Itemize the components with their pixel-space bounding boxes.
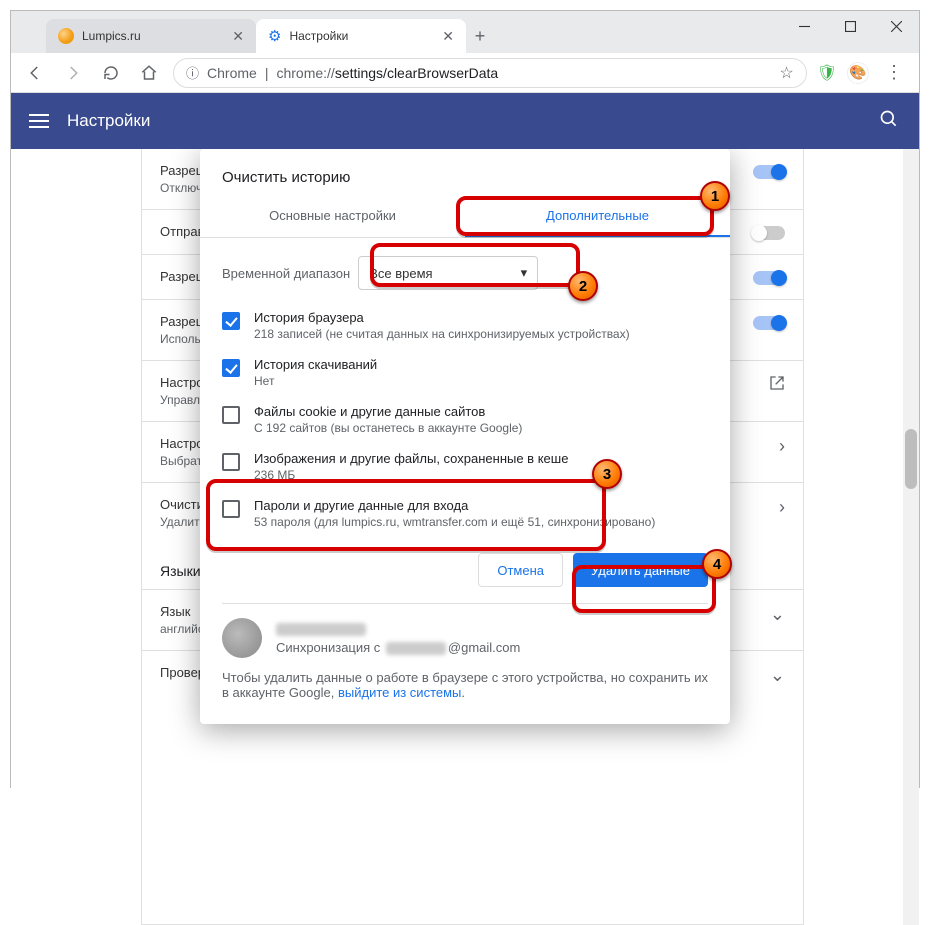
close-window-button[interactable] — [873, 11, 919, 41]
toolbar: ⓘ Chrome | chrome://settings/clearBrowse… — [11, 53, 919, 93]
tab-settings[interactable]: ⚙ Настройки ✕ — [256, 19, 466, 53]
settings-header: Настройки — [11, 93, 919, 149]
address-actions: ☆ — [779, 63, 793, 83]
chevron-down-icon: ⌄ — [770, 604, 785, 625]
list-item[interactable]: История скачиваний Нет — [222, 349, 708, 396]
settings-content: Разрешить... Отключите этот параметр, ес… — [11, 149, 919, 925]
maximize-button[interactable] — [827, 11, 873, 41]
address-bar[interactable]: ⓘ Chrome | chrome://settings/clearBrowse… — [173, 58, 807, 88]
settings-favicon-icon: ⚙ — [268, 27, 281, 45]
window-controls — [781, 11, 919, 41]
url-scheme: chrome:// — [276, 65, 334, 81]
new-tab-button[interactable]: + — [466, 22, 494, 50]
tab-title: Lumpics.ru — [82, 29, 141, 43]
list-item[interactable]: Пароли и другие данные для входа 53 паро… — [222, 490, 708, 537]
sign-out-link[interactable]: выйдите из системы — [338, 685, 461, 700]
tab-advanced[interactable]: Дополнительные — [465, 196, 730, 237]
item-title: Изображения и другие файлы, сохраненные … — [254, 451, 568, 466]
minimize-button[interactable] — [781, 11, 827, 41]
forward-button[interactable] — [59, 59, 87, 87]
chevron-down-icon: ⌄ — [770, 665, 785, 686]
redacted-name — [276, 623, 366, 636]
checkbox[interactable] — [222, 406, 240, 424]
toggle[interactable] — [753, 165, 785, 179]
item-sub: 218 записей (не считая данных на синхрон… — [254, 327, 630, 341]
site-favicon-icon — [58, 28, 74, 44]
chevron-right-icon: › — [779, 436, 785, 457]
search-icon[interactable] — [879, 109, 899, 134]
browser-menu-button[interactable]: ⋮ — [879, 62, 909, 83]
time-range-select[interactable]: Все время ▾ — [358, 256, 538, 290]
list-item[interactable]: Изображения и другие файлы, сохраненные … — [222, 443, 708, 490]
item-sub: Нет — [254, 374, 377, 388]
toggle[interactable] — [753, 316, 785, 330]
close-tab-icon[interactable]: ✕ — [232, 28, 244, 45]
toggle[interactable] — [753, 271, 785, 285]
button-label: Отмена — [497, 563, 544, 578]
cancel-button[interactable]: Отмена — [478, 553, 563, 587]
item-title: Пароли и другие данные для входа — [254, 498, 655, 513]
time-range-value: Все время — [369, 266, 432, 281]
back-button[interactable] — [21, 59, 49, 87]
time-range-label: Временной диапазон — [222, 266, 350, 281]
dialog-tabs: Основные настройки Дополнительные — [200, 196, 730, 238]
data-type-list: История браузера 218 записей (не считая … — [222, 302, 708, 537]
item-sub: 53 пароля (для lumpics.ru, wmtransfer.co… — [254, 515, 655, 529]
toggle[interactable] — [753, 226, 785, 240]
item-title: История браузера — [254, 310, 630, 325]
item-sub: 236 МБ — [254, 468, 568, 482]
sync-email-suffix: @gmail.com — [448, 640, 520, 655]
dialog-title: Очистить историю — [200, 149, 730, 196]
plus-icon: + — [475, 26, 486, 47]
tab-title: Настройки — [289, 29, 348, 43]
list-item[interactable]: История браузера 218 записей (не считая … — [222, 302, 708, 349]
sync-label: Синхронизация с — [276, 640, 380, 655]
item-title: Файлы cookie и другие данные сайтов — [254, 404, 522, 419]
item-sub: С 192 сайтов (вы останетесь в аккаунте G… — [254, 421, 522, 435]
extension-palette-icon[interactable]: 🎨 — [847, 62, 869, 84]
extension-shield-icon[interactable]: 🛡 — [817, 63, 837, 83]
open-external-icon[interactable] — [769, 375, 785, 394]
avatar — [222, 618, 262, 658]
checkbox[interactable] — [222, 359, 240, 377]
checkbox[interactable] — [222, 312, 240, 330]
clear-data-dialog: Очистить историю Основные настройки Допо… — [200, 149, 730, 724]
redacted-email — [386, 642, 446, 655]
home-button[interactable] — [135, 59, 163, 87]
address-security-label: Chrome — [207, 65, 257, 81]
site-info-icon[interactable]: ⓘ — [186, 63, 199, 82]
scroll-thumb[interactable] — [905, 429, 917, 489]
settings-title: Настройки — [67, 111, 150, 131]
checkbox[interactable] — [222, 500, 240, 518]
footer-hint: Чтобы удалить данные о работе в браузере… — [222, 670, 708, 700]
list-item[interactable]: Файлы cookie и другие данные сайтов С 19… — [222, 396, 708, 443]
page-scrollbar[interactable] — [903, 149, 919, 925]
delete-data-button[interactable]: Удалить данные — [573, 553, 708, 587]
tab-basic[interactable]: Основные настройки — [200, 196, 465, 237]
chevron-right-icon: › — [779, 497, 785, 518]
reload-button[interactable] — [97, 59, 125, 87]
bookmark-icon[interactable]: ☆ — [779, 63, 793, 83]
menu-icon[interactable] — [29, 114, 49, 128]
dialog-buttons: Отмена Удалить данные — [200, 537, 730, 599]
item-title: История скачиваний — [254, 357, 377, 372]
button-label: Удалить данные — [591, 563, 690, 578]
close-tab-icon[interactable]: ✕ — [442, 28, 454, 45]
browser-window: Lumpics.ru ✕ ⚙ Настройки ✕ + ⓘ Chrome | … — [10, 10, 920, 788]
url-path: settings/clearBrowserData — [335, 65, 498, 81]
tab-lumpics[interactable]: Lumpics.ru ✕ — [46, 19, 256, 53]
dialog-footer: Синхронизация с @gmail.com Чтобы удалить… — [222, 603, 708, 714]
checkbox[interactable] — [222, 453, 240, 471]
dropdown-icon: ▾ — [521, 265, 528, 281]
